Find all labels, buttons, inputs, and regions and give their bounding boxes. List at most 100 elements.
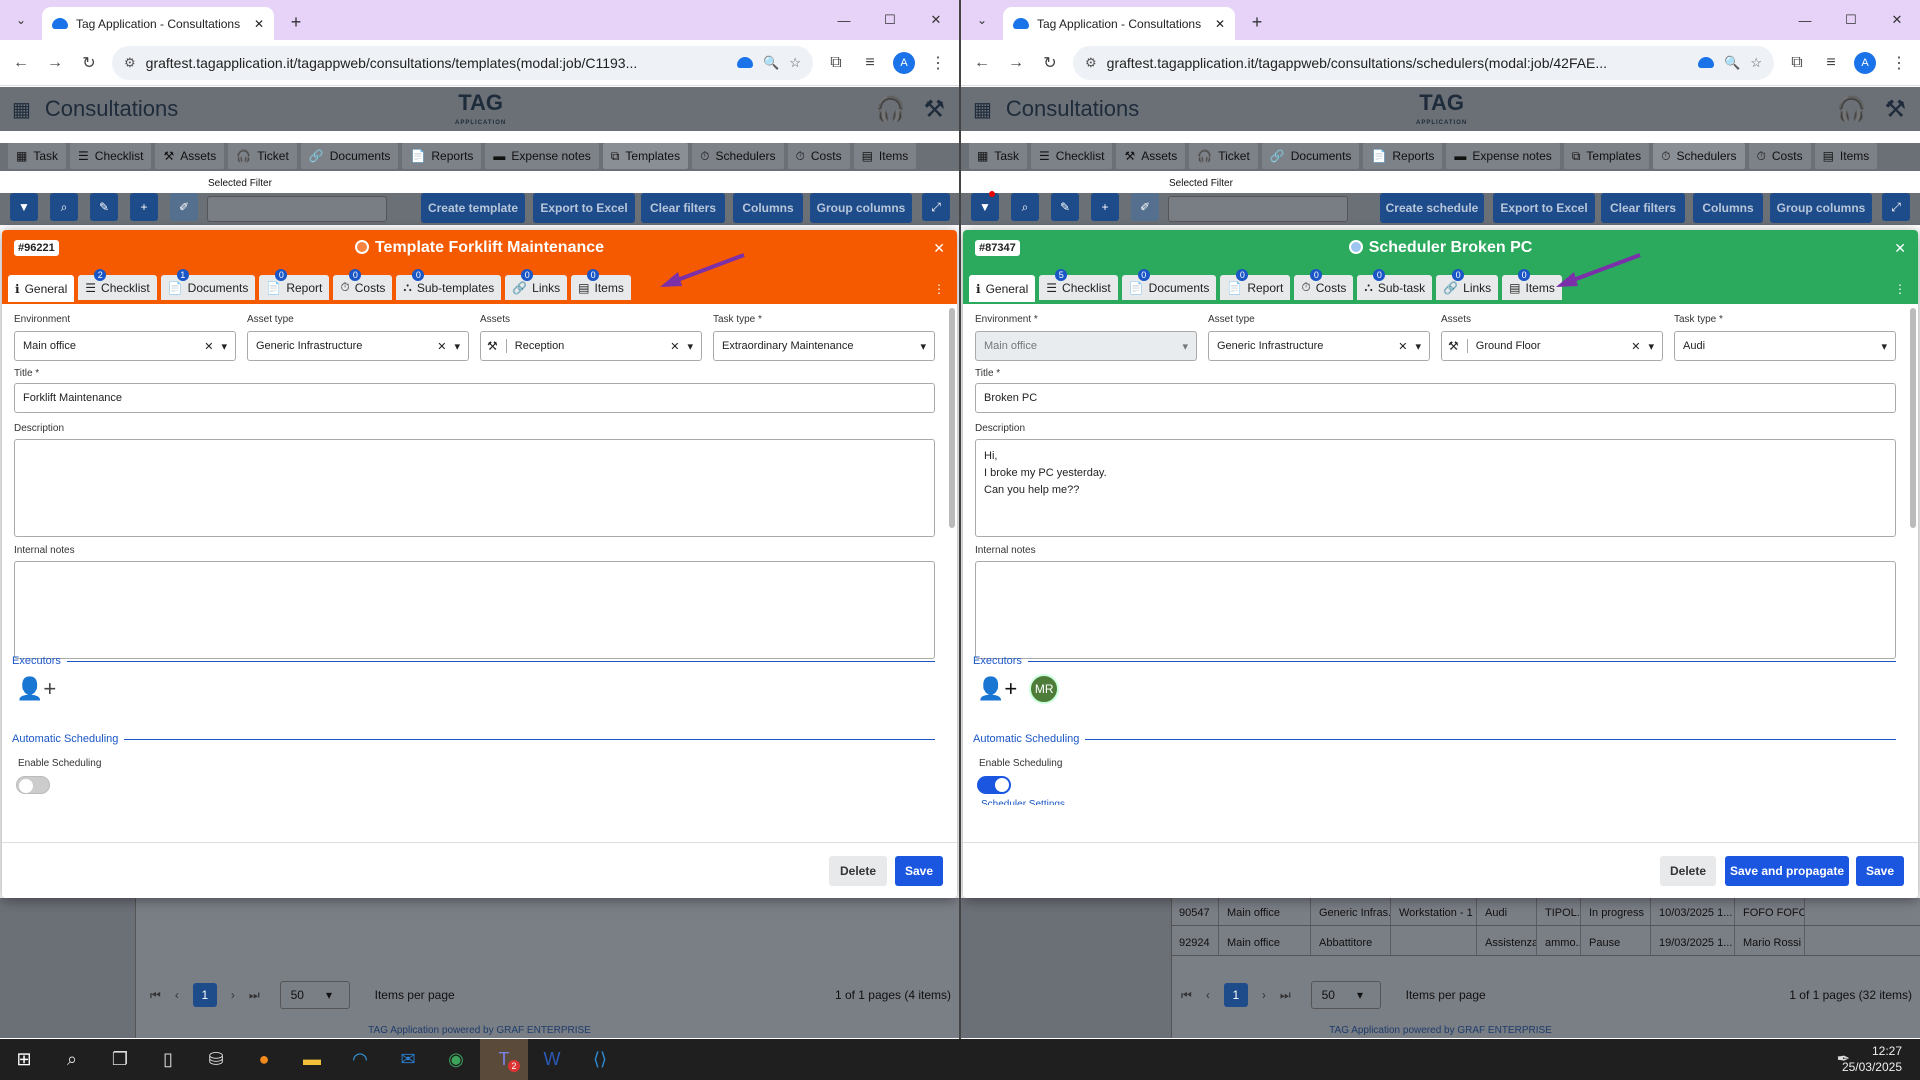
menu-items[interactable]: ▤ Items bbox=[853, 143, 917, 169]
table-row[interactable]: 90547 Main office Generic Infras... Worksta… bbox=[1171, 896, 1920, 926]
chevron-down-icon[interactable]: ▾ bbox=[1881, 340, 1887, 353]
asset-type-select[interactable]: Generic Infrastructure ✕ ▾ bbox=[247, 331, 469, 361]
system-clock[interactable]: 12:27 25/03/2025 bbox=[1842, 1043, 1902, 1075]
tab-checklist[interactable]: ☰ Checklist 5 bbox=[1039, 269, 1118, 300]
extension-cloud-icon[interactable] bbox=[1698, 57, 1715, 68]
tab-sub-templates[interactable]: ⛬ Sub-templates 0 bbox=[396, 269, 502, 300]
tab-search-icon[interactable]: ⌄ bbox=[8, 7, 34, 33]
tab-documents[interactable]: 📄 Documents 0 bbox=[1121, 269, 1217, 300]
create-schedule-button[interactable]: Create schedule bbox=[1380, 193, 1484, 223]
menu-items[interactable]: ▤ Items bbox=[1814, 143, 1878, 169]
support-headset-icon[interactable]: 🎧 bbox=[1837, 95, 1867, 124]
last-page-icon[interactable]: ⏭ bbox=[1280, 988, 1291, 1003]
chevron-down-icon[interactable]: ▾ bbox=[454, 340, 460, 353]
selected-filter-select[interactable] bbox=[1168, 196, 1348, 222]
reload-icon[interactable]: ↻ bbox=[1039, 53, 1061, 73]
clear-icon[interactable]: ✕ bbox=[670, 340, 679, 353]
browser-tab[interactable]: Tag Application - Consultations ✕ bbox=[42, 7, 274, 40]
modal-scrollbar[interactable] bbox=[949, 308, 955, 528]
brush-icon[interactable]: ✎ bbox=[1051, 193, 1079, 221]
close-window-icon[interactable]: ✕ bbox=[913, 0, 959, 40]
prev-page-icon[interactable]: ‹ bbox=[1206, 988, 1210, 1002]
back-icon[interactable]: ← bbox=[10, 54, 32, 72]
network-icon[interactable]: ◠ bbox=[336, 1039, 384, 1080]
notepad-icon[interactable]: ▯ bbox=[144, 1039, 192, 1080]
tab-costs[interactable]: ⏱ Costs 0 bbox=[1294, 269, 1354, 300]
export-excel-button[interactable]: Export to Excel bbox=[1493, 193, 1595, 223]
prev-page-icon[interactable]: ‹ bbox=[175, 988, 179, 1002]
search-icon[interactable]: ⌕ bbox=[50, 193, 78, 221]
search-icon[interactable]: ⌕ bbox=[48, 1039, 96, 1080]
maximize-icon[interactable]: ☐ bbox=[1828, 0, 1874, 40]
chevron-down-icon[interactable]: ▾ bbox=[1648, 340, 1654, 353]
close-modal-icon[interactable]: ✕ bbox=[933, 240, 945, 257]
save-button[interactable]: Save bbox=[1856, 856, 1904, 886]
edit-icon[interactable]: ✐ bbox=[1131, 193, 1159, 221]
page-size-select[interactable]: 50 ▾ bbox=[1310, 981, 1381, 1009]
zoom-icon[interactable]: 🔍 bbox=[1724, 55, 1740, 71]
forward-icon[interactable]: → bbox=[1005, 54, 1027, 72]
assets-select[interactable]: ⚒ Ground Floor ✕ ▾ bbox=[1441, 331, 1663, 361]
save-and-propagate-button[interactable]: Save and propagate bbox=[1725, 856, 1849, 886]
add-executor-icon[interactable]: 👤+ bbox=[16, 676, 56, 702]
close-tab-icon[interactable]: ✕ bbox=[254, 17, 264, 31]
menu-documents[interactable]: 🔗 Documents bbox=[300, 143, 399, 169]
database-icon[interactable]: ⛁ bbox=[192, 1039, 240, 1080]
url-field[interactable]: ⚙ graftest.tagapplication.it/tagappweb/c… bbox=[1073, 45, 1774, 80]
title-input[interactable]: Broken PC bbox=[975, 383, 1896, 413]
filter-icon[interactable]: ▼ bbox=[10, 193, 38, 221]
firefox-icon[interactable]: ● bbox=[240, 1039, 288, 1080]
tab-costs[interactable]: ⏱ Costs 0 bbox=[333, 269, 393, 300]
clear-icon[interactable]: ✕ bbox=[204, 340, 213, 353]
task-type-select[interactable]: Extraordinary Maintenance ▾ bbox=[713, 331, 935, 361]
chevron-down-icon[interactable]: ▾ bbox=[687, 340, 693, 353]
reload-icon[interactable]: ↻ bbox=[78, 53, 100, 73]
edit-icon[interactable]: ✐ bbox=[170, 193, 198, 221]
page-size-select[interactable]: 50 ▾ bbox=[279, 981, 350, 1009]
more-options-icon[interactable]: ⋮ bbox=[1894, 282, 1906, 296]
chrome-icon[interactable]: ◉ bbox=[432, 1039, 480, 1080]
tab-links[interactable]: 🔗 Links 0 bbox=[1436, 269, 1499, 300]
menu-expense-notes[interactable]: ▬ Expense notes bbox=[485, 143, 599, 169]
clear-icon[interactable]: ✕ bbox=[437, 340, 446, 353]
first-page-icon[interactable]: ⏮ bbox=[1181, 988, 1192, 1003]
chevron-down-icon[interactable]: ▾ bbox=[1182, 340, 1188, 353]
menu-ticket[interactable]: 🎧 Ticket bbox=[228, 143, 297, 169]
close-window-icon[interactable]: ✕ bbox=[1874, 0, 1920, 40]
more-options-icon[interactable]: ⋮ bbox=[933, 282, 945, 296]
internal-notes-textarea[interactable] bbox=[975, 561, 1896, 659]
selected-filter-select[interactable] bbox=[207, 196, 387, 222]
menu-templates[interactable]: ⧉ Templates bbox=[602, 143, 689, 169]
description-textarea[interactable]: Hi, I broke my PC yesterday. Can you hel… bbox=[975, 439, 1896, 537]
menu-schedulers[interactable]: ⏱ Schedulers bbox=[692, 143, 784, 169]
word-icon[interactable]: W bbox=[528, 1039, 576, 1080]
menu-schedulers[interactable]: ⏱ Schedulers bbox=[1653, 143, 1745, 169]
enable-scheduling-toggle[interactable] bbox=[16, 776, 50, 794]
tab-report[interactable]: 📄 Report 0 bbox=[259, 269, 330, 300]
zoom-icon[interactable]: 🔍 bbox=[763, 55, 779, 71]
clear-icon[interactable]: ✕ bbox=[1631, 340, 1640, 353]
new-tab-icon[interactable]: + bbox=[1243, 8, 1271, 36]
clear-filters-button[interactable]: Clear filters bbox=[641, 193, 725, 223]
windows-start-icon[interactable]: ⊞ bbox=[0, 1039, 48, 1080]
add-icon[interactable]: + bbox=[1091, 193, 1119, 221]
group-columns-button[interactable]: Group columns bbox=[1770, 193, 1872, 223]
menu-checklist[interactable]: ☰ Checklist bbox=[1031, 143, 1113, 169]
task-type-select[interactable]: Audi ▾ bbox=[1674, 331, 1896, 361]
menu-templates[interactable]: ⧉ Templates bbox=[1563, 143, 1650, 169]
delete-button[interactable]: Delete bbox=[829, 856, 887, 886]
bookmark-star-icon[interactable]: ☆ bbox=[1750, 55, 1762, 71]
description-textarea[interactable] bbox=[14, 439, 935, 537]
site-info-icon[interactable]: ⚙ bbox=[124, 55, 136, 71]
media-icon[interactable]: ≡ bbox=[859, 54, 881, 72]
menu-checklist[interactable]: ☰ Checklist bbox=[70, 143, 152, 169]
tools-icon[interactable]: ⚒ bbox=[1884, 95, 1906, 124]
menu-assets[interactable]: ⚒ Assets bbox=[1116, 143, 1186, 169]
tab-sub-task[interactable]: ⛬ Sub-task 0 bbox=[1357, 269, 1433, 300]
tab-search-icon[interactable]: ⌄ bbox=[969, 7, 995, 33]
chevron-down-icon[interactable]: ▾ bbox=[1415, 340, 1421, 353]
fullscreen-icon[interactable]: ⤢ bbox=[1882, 193, 1910, 221]
close-modal-icon[interactable]: ✕ bbox=[1894, 240, 1906, 257]
next-page-icon[interactable]: › bbox=[1262, 988, 1266, 1002]
bookmark-star-icon[interactable]: ☆ bbox=[789, 55, 801, 71]
